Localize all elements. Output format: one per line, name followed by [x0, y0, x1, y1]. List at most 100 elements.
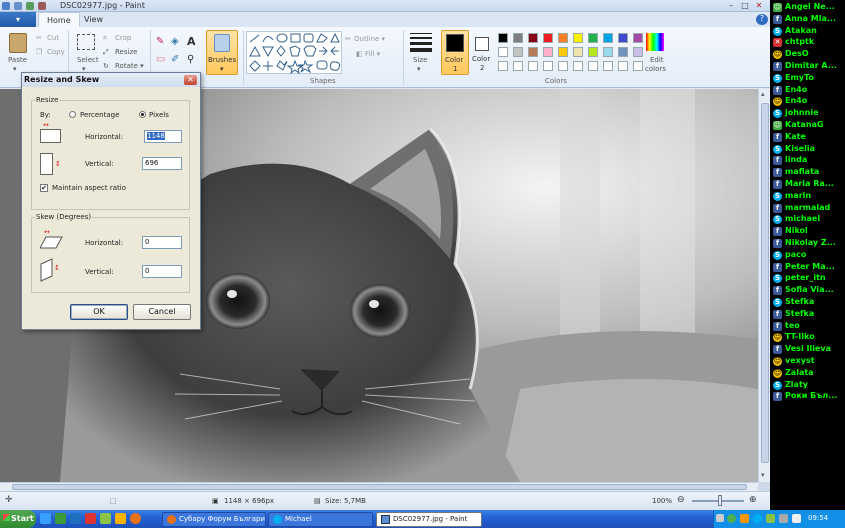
contact-item[interactable]: ☺ TT-Ilko	[773, 331, 845, 343]
contact-item[interactable]: ☺ Angel Ne...	[773, 1, 845, 13]
zoom-in-button[interactable]: ⊕	[749, 495, 757, 505]
color2-button[interactable]: Color 2	[470, 30, 496, 75]
outline-button[interactable]: Outline ▾	[354, 35, 385, 43]
quick-access-save-icon[interactable]	[14, 2, 22, 10]
file-menu-button[interactable]: ▾	[0, 12, 36, 27]
paint-app-icon[interactable]	[2, 2, 10, 10]
zoom-slider-thumb[interactable]	[718, 495, 722, 506]
contact-item[interactable]: f mafiata	[773, 166, 845, 178]
palette-swatch[interactable]	[558, 61, 568, 71]
palette-swatch[interactable]	[513, 61, 523, 71]
contact-item[interactable]: f En4o	[773, 84, 845, 96]
palette-swatch[interactable]	[603, 47, 613, 57]
help-icon[interactable]: ?	[756, 14, 768, 25]
palette-swatch[interactable]	[498, 47, 508, 57]
pixels-radio[interactable]	[139, 111, 146, 118]
crop-button[interactable]: Crop	[115, 34, 131, 42]
quicklaunch-app3-icon[interactable]	[115, 513, 126, 524]
tab-home[interactable]: Home	[38, 12, 80, 27]
taskbar-item-michael[interactable]: Michael	[268, 512, 373, 527]
percentage-label[interactable]: Percentage	[80, 111, 119, 119]
maintain-aspect-checkbox[interactable]: ✔	[40, 184, 48, 192]
horizontal-scrollbar[interactable]	[0, 482, 758, 491]
palette-swatch[interactable]	[618, 61, 628, 71]
dialog-close-button[interactable]: ✕	[184, 75, 197, 85]
shapes-gallery[interactable]	[246, 31, 342, 75]
skew-vertical-input[interactable]: 0	[142, 265, 182, 278]
tray-safely-remove-icon[interactable]	[792, 514, 801, 523]
paste-button[interactable]: Paste	[8, 56, 27, 64]
taskbar-item-firefox[interactable]: Субару Форум България...	[162, 512, 266, 527]
minimize-button[interactable]: –	[726, 1, 736, 11]
contact-item[interactable]: f Nikol	[773, 225, 845, 237]
percentage-radio[interactable]	[69, 111, 76, 118]
contact-item[interactable]: ✕ chtptk	[773, 36, 845, 48]
palette-swatch[interactable]	[588, 33, 598, 43]
resize-button[interactable]: Resize	[115, 48, 137, 56]
palette-swatch[interactable]	[543, 47, 553, 57]
maintain-aspect-label[interactable]: Maintain aspect ratio	[52, 184, 126, 192]
palette-swatch[interactable]	[633, 47, 643, 57]
taskbar-item-paint[interactable]: DSC02977.jpg - Paint	[376, 512, 482, 527]
contact-item[interactable]: f marmalad	[773, 202, 845, 214]
dialog-title-bar[interactable]: Resize and Skew	[22, 73, 200, 87]
color-picker-icon[interactable]: ✐	[171, 54, 179, 65]
palette-swatch[interactable]	[513, 47, 523, 57]
contact-item[interactable]: f Anna Mla...	[773, 13, 845, 25]
skew-horizontal-input[interactable]: 0	[142, 236, 182, 249]
contact-item[interactable]: S Atakan	[773, 25, 845, 37]
palette-swatch[interactable]	[618, 33, 628, 43]
palette-swatch[interactable]	[558, 33, 568, 43]
palette-swatch[interactable]	[633, 33, 643, 43]
color1-button[interactable]: Color 1	[441, 30, 469, 75]
contact-item[interactable]: f Peter Ma...	[773, 261, 845, 273]
magnifier-icon[interactable]: ⚲	[187, 54, 194, 65]
contact-item[interactable]: Spaco	[773, 249, 845, 261]
scroll-down-icon[interactable]: ▾	[761, 471, 765, 479]
palette-swatch[interactable]	[528, 47, 538, 57]
palette-swatch[interactable]	[633, 61, 643, 71]
contact-item[interactable]: f Sofia Via...	[773, 284, 845, 296]
contact-item[interactable]: f Kate	[773, 131, 845, 143]
palette-swatch[interactable]	[573, 47, 583, 57]
tray-messenger-icon[interactable]	[727, 514, 736, 523]
contact-item[interactable]: S Kiselia	[773, 143, 845, 155]
copy-button[interactable]: Copy	[47, 48, 65, 56]
palette-swatch[interactable]	[573, 61, 583, 71]
contact-item[interactable]: Sjohnnie	[773, 107, 845, 119]
contact-item[interactable]: S Zlaty	[773, 379, 845, 391]
text-tool-icon[interactable]: A	[187, 35, 196, 48]
contact-item[interactable]: f Nikolay Z...	[773, 237, 845, 249]
select-button[interactable]: Select	[77, 56, 99, 64]
ok-button[interactable]: OK	[70, 304, 128, 320]
palette-swatch[interactable]	[543, 61, 553, 71]
tray-skype-icon[interactable]	[753, 514, 762, 523]
zoom-out-button[interactable]: ⊖	[677, 495, 685, 505]
quicklaunch-firefox-icon[interactable]	[130, 513, 141, 524]
tray-network-icon[interactable]	[766, 514, 775, 523]
vertical-scroll-thumb[interactable]	[761, 103, 769, 463]
quicklaunch-app-icon[interactable]	[85, 513, 96, 524]
select-icon[interactable]	[77, 34, 95, 50]
size-icon[interactable]	[410, 33, 432, 53]
contact-item[interactable]: S Stefka	[773, 296, 845, 308]
quick-access-redo-icon[interactable]	[38, 2, 46, 10]
tray-app-icon[interactable]	[740, 514, 749, 523]
contact-item[interactable]: f linda	[773, 154, 845, 166]
cut-button[interactable]: Cut	[47, 34, 59, 42]
resize-horizontal-input[interactable]: 1148	[144, 130, 182, 143]
maximize-button[interactable]: □	[740, 1, 750, 11]
palette-swatch[interactable]	[543, 33, 553, 43]
size-dropdown-icon[interactable]: ▾	[417, 65, 421, 73]
palette-swatch[interactable]	[618, 47, 628, 57]
palette-swatch[interactable]	[588, 47, 598, 57]
palette-swatch[interactable]	[528, 33, 538, 43]
contact-item[interactable]: Speter_itn	[773, 272, 845, 284]
palette-swatch[interactable]	[573, 33, 583, 43]
eraser-icon[interactable]: ▭	[156, 54, 165, 65]
palette-swatch[interactable]	[603, 33, 613, 43]
paste-icon[interactable]	[9, 33, 27, 53]
contact-item[interactable]: ☺ KatanaG	[773, 119, 845, 131]
close-button[interactable]: ✕	[754, 1, 764, 11]
pencil-icon[interactable]: ✎	[156, 36, 164, 47]
